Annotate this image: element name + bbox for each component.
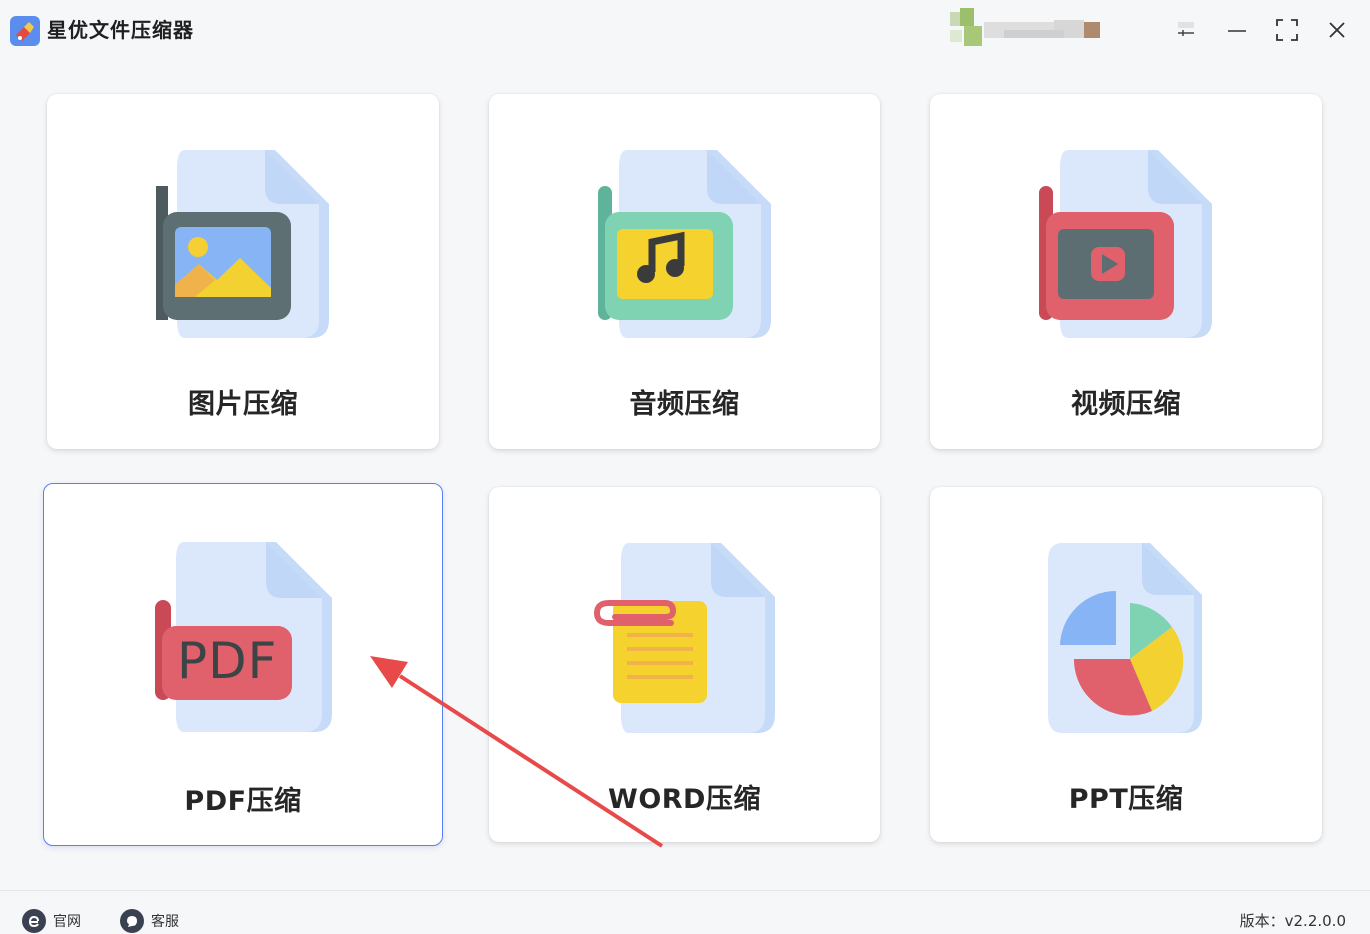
pdf-icon-text: PDF [177,632,278,690]
card-label: PDF压缩 [184,786,302,817]
app-logo-icon [10,16,40,46]
support-link[interactable]: 客服 [120,909,179,933]
support-label: 客服 [151,914,179,930]
website-label: 官网 [53,914,81,930]
pdf-compress-card[interactable]: PDF PDF压缩 [43,483,443,846]
audio-compress-card[interactable]: 音频压缩 [489,94,880,449]
image-compress-card[interactable]: 图片压缩 [47,94,439,449]
version-text: 版本：v2.2.0.0 [1239,912,1346,930]
image-file-icon [156,150,329,338]
settings-sliders-icon [1178,22,1194,36]
minimize-button[interactable] [1221,14,1253,46]
word-compress-card[interactable]: WORD压缩 [489,487,880,842]
user-account-area[interactable] [950,8,1150,50]
close-icon [1329,22,1345,38]
app-title: 星优文件压缩器 [47,18,194,42]
card-label: WORD压缩 [608,784,761,815]
website-link[interactable]: 官网 [22,909,81,933]
word-file-icon [593,543,775,733]
ppt-compress-card[interactable]: PPT压缩 [930,487,1322,842]
card-label: 视频压缩 [1071,389,1181,420]
maximize-button[interactable] [1271,14,1303,46]
card-label: 音频压缩 [629,389,740,420]
chat-bubble-icon [120,909,144,933]
close-button[interactable] [1321,14,1353,46]
ppt-file-icon [1048,543,1202,733]
browser-e-icon [22,909,46,933]
settings-button[interactable] [1170,14,1202,46]
video-compress-card[interactable]: 视频压缩 [930,94,1322,449]
title-bar: 星优文件压缩器 [0,0,1370,60]
maximize-icon [1276,19,1298,41]
card-label: PPT压缩 [1068,784,1184,815]
minimize-icon [1228,30,1246,32]
card-label: 图片压缩 [188,389,298,420]
audio-file-icon [598,150,771,338]
footer-bar: 官网 客服 版本：v2.2.0.0 [0,890,1370,934]
video-file-icon [1039,150,1212,338]
